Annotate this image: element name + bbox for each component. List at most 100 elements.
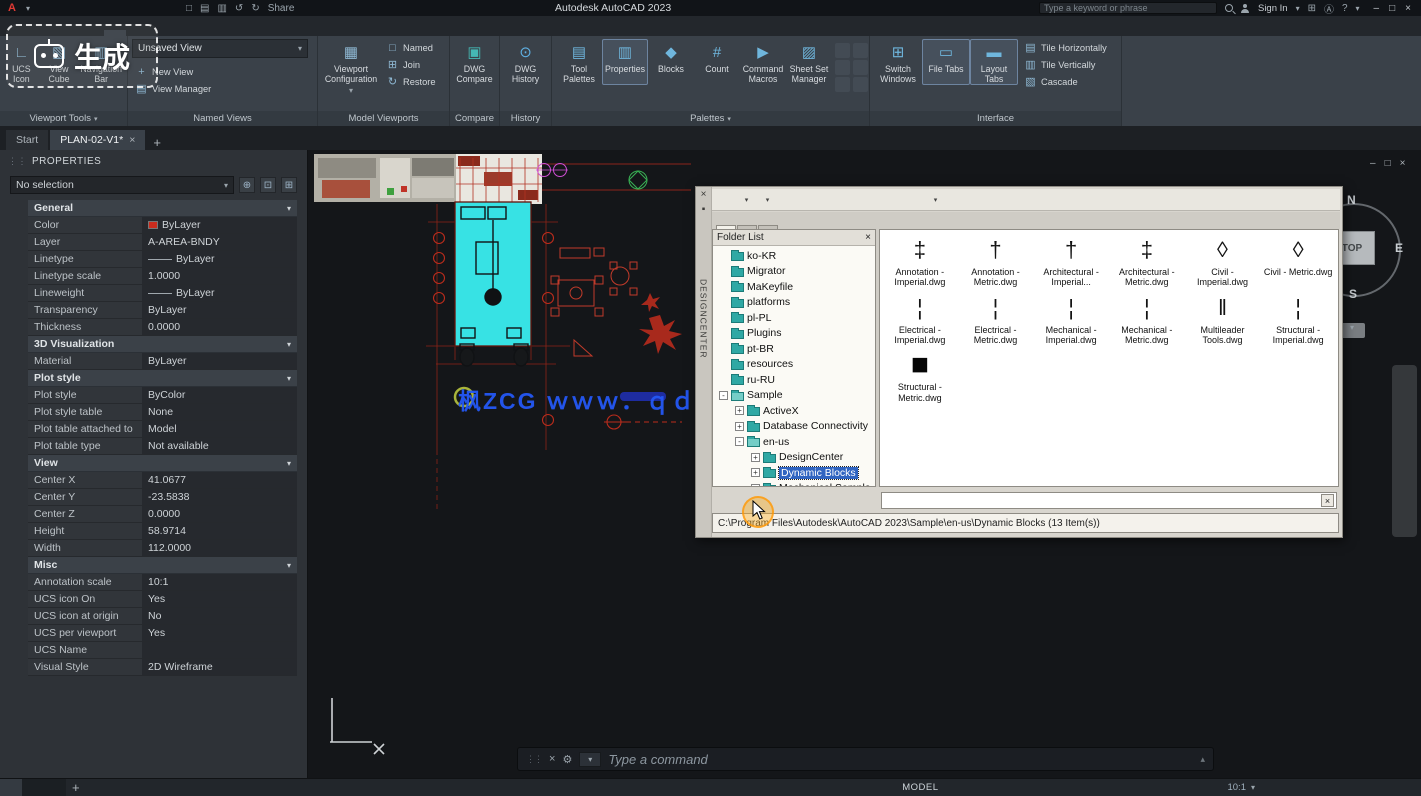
- command-line[interactable]: ⋮⋮ ⚙ Type a command ▴: [517, 747, 1214, 771]
- panel-label-interface[interactable]: Interface: [870, 111, 1121, 126]
- selection-dropdown[interactable]: No selection: [10, 176, 234, 194]
- drawing-close-icon[interactable]: [1400, 158, 1406, 169]
- palette-mini-icon[interactable]: [835, 43, 850, 58]
- drawing-restore-icon[interactable]: [1385, 158, 1391, 169]
- app-store-icon[interactable]: ⊞: [1308, 3, 1316, 14]
- properties-header[interactable]: ⋮⋮ PROPERTIES: [0, 150, 307, 172]
- sign-in-chevron-icon[interactable]: [1296, 3, 1300, 14]
- share-button[interactable]: Share: [268, 3, 295, 14]
- named-button[interactable]: □ Named: [383, 39, 439, 56]
- layout-tabs-button[interactable]: ▬ Layout Tabs: [970, 39, 1018, 85]
- panel-label-palettes[interactable]: Palettes: [552, 111, 869, 126]
- dwg-item[interactable]: † Annotation - Metric.dwg: [958, 234, 1034, 288]
- select-objects-icon[interactable]: [260, 177, 276, 193]
- orbit-icon[interactable]: [1392, 451, 1417, 479]
- dwg-item[interactable]: ¦ Mechanical - Imperial.dwg: [1033, 292, 1109, 346]
- tree-item[interactable]: resources: [713, 357, 875, 373]
- layout-tab[interactable]: [22, 779, 44, 796]
- dwg-item[interactable]: † Architectural - Imperial...: [1033, 234, 1109, 288]
- viewcube-east[interactable]: E: [1395, 241, 1403, 255]
- property-value[interactable]: ByLayer: [142, 251, 297, 267]
- load-icon[interactable]: [716, 191, 734, 208]
- account-icon[interactable]: [1241, 4, 1250, 13]
- property-value[interactable]: Model: [142, 421, 297, 437]
- quick-select-icon[interactable]: [281, 177, 297, 193]
- palette-mini-icon[interactable]: [853, 60, 868, 75]
- property-value[interactable]: Yes: [142, 591, 297, 607]
- view-manager-button[interactable]: ▤ View Manager: [132, 80, 313, 97]
- property-value[interactable]: Not available: [142, 438, 297, 454]
- command-close-icon[interactable]: [549, 753, 555, 765]
- panel-label-named-views[interactable]: Named Views: [128, 111, 317, 126]
- help-icon[interactable]: ?: [1342, 3, 1348, 14]
- view-dropdown[interactable]: Unsaved View: [132, 39, 308, 58]
- dwg-item[interactable]: ¦ Electrical - Imperial.dwg: [882, 292, 958, 346]
- palette-mini-icon[interactable]: [853, 43, 868, 58]
- dwg-item[interactable]: ¦ Structural - Imperial.dwg: [1260, 292, 1336, 346]
- property-value[interactable]: 2D Wireframe: [142, 659, 297, 675]
- new-drawing-tab-icon[interactable]: +: [147, 135, 167, 150]
- new-file-icon[interactable]: □: [186, 3, 192, 14]
- property-value[interactable]: 112.0000: [142, 540, 297, 556]
- tree-expand-icon[interactable]: +: [751, 484, 760, 486]
- property-value[interactable]: 58.9714: [142, 523, 297, 539]
- file-tab[interactable]: PLAN-02-V1*: [50, 130, 145, 150]
- model-space-label[interactable]: MODEL: [902, 782, 938, 793]
- help-chevron-icon[interactable]: [1356, 3, 1360, 14]
- restore-button[interactable]: ↻ Restore: [383, 73, 439, 90]
- file-tab-close-icon[interactable]: [129, 134, 135, 146]
- property-value[interactable]: ByLayer: [142, 285, 297, 301]
- tree-item[interactable]: MaKeyfile: [713, 279, 875, 295]
- showmotion-icon[interactable]: [1392, 479, 1417, 507]
- layout-tab[interactable]: [0, 779, 22, 796]
- designcenter-titlebar[interactable]: ▪ DESIGNCENTER: [696, 187, 712, 537]
- switch-windows-button[interactable]: ⊞ Switch Windows: [874, 39, 922, 85]
- viewcube-north[interactable]: N: [1347, 193, 1356, 207]
- command-customize-icon[interactable]: ⚙: [562, 753, 572, 766]
- autodesk-a-icon[interactable]: Ⓐ: [1324, 1, 1334, 16]
- palette-grip-icon[interactable]: ⋮⋮: [8, 156, 27, 167]
- layout-tab[interactable]: [44, 779, 66, 796]
- designcenter-close-icon[interactable]: [701, 189, 707, 200]
- designcenter-autohide-icon[interactable]: ▪: [702, 204, 706, 215]
- zoom-icon[interactable]: [1392, 423, 1417, 451]
- panel-label-compare[interactable]: Compare: [450, 111, 499, 126]
- dwg-item[interactable]: ‡ Architectural - Metric.dwg: [1109, 234, 1185, 288]
- description-close-icon[interactable]: [1321, 494, 1334, 507]
- annotation-scale-value[interactable]: 10:1: [1227, 782, 1246, 793]
- dwg-item[interactable]: ¦ Electrical - Metric.dwg: [958, 292, 1034, 346]
- dwg-item[interactable]: ■ Structural - Metric.dwg: [882, 349, 958, 403]
- tree-expand-icon[interactable]: -: [735, 437, 744, 446]
- command-macros-button[interactable]: ▶ Command Macros: [740, 39, 786, 85]
- property-value[interactable]: A-AREA-BNDY: [142, 234, 297, 250]
- sheet-set-manager-button[interactable]: ▨ Sheet Set Manager: [786, 39, 832, 85]
- open-file-icon[interactable]: ▤: [200, 3, 209, 14]
- property-value[interactable]: [142, 642, 297, 658]
- close-icon[interactable]: [1405, 3, 1411, 14]
- autocad-logo[interactable]: A: [4, 2, 20, 14]
- tree-item[interactable]: + DesignCenter: [713, 450, 875, 466]
- panel-label-viewport-tools[interactable]: Viewport Tools: [0, 111, 127, 126]
- property-value[interactable]: 1.0000: [142, 268, 297, 284]
- properties-button[interactable]: ▥ Properties: [602, 39, 648, 85]
- tree-item[interactable]: + Dynamic Blocks: [713, 465, 875, 481]
- views-icon[interactable]: [926, 191, 944, 208]
- tree-item[interactable]: platforms: [713, 295, 875, 311]
- tree-item[interactable]: pl-PL: [713, 310, 875, 326]
- viewcube-south[interactable]: S: [1349, 287, 1357, 301]
- annotation-scale-chevron-icon[interactable]: [1251, 782, 1255, 793]
- property-value[interactable]: -23.5838: [142, 489, 297, 505]
- dwg-item[interactable]: ◊ Civil - Metric.dwg: [1260, 234, 1336, 288]
- file-tab[interactable]: Start: [6, 130, 48, 150]
- tile-horizontally-button[interactable]: ▤ Tile Horizontally: [1021, 39, 1110, 56]
- property-value[interactable]: ByColor: [142, 387, 297, 403]
- new-layout-icon[interactable]: +: [66, 780, 86, 795]
- description-icon[interactable]: [905, 191, 923, 208]
- command-drag-handle[interactable]: ⋮⋮: [526, 754, 542, 765]
- pan-icon[interactable]: [1392, 395, 1417, 423]
- property-value[interactable]: None: [142, 404, 297, 420]
- up-icon[interactable]: [779, 191, 797, 208]
- sign-in-button[interactable]: Sign In: [1258, 3, 1288, 14]
- search-icon[interactable]: [800, 191, 818, 208]
- panel-label-history[interactable]: History: [500, 111, 551, 126]
